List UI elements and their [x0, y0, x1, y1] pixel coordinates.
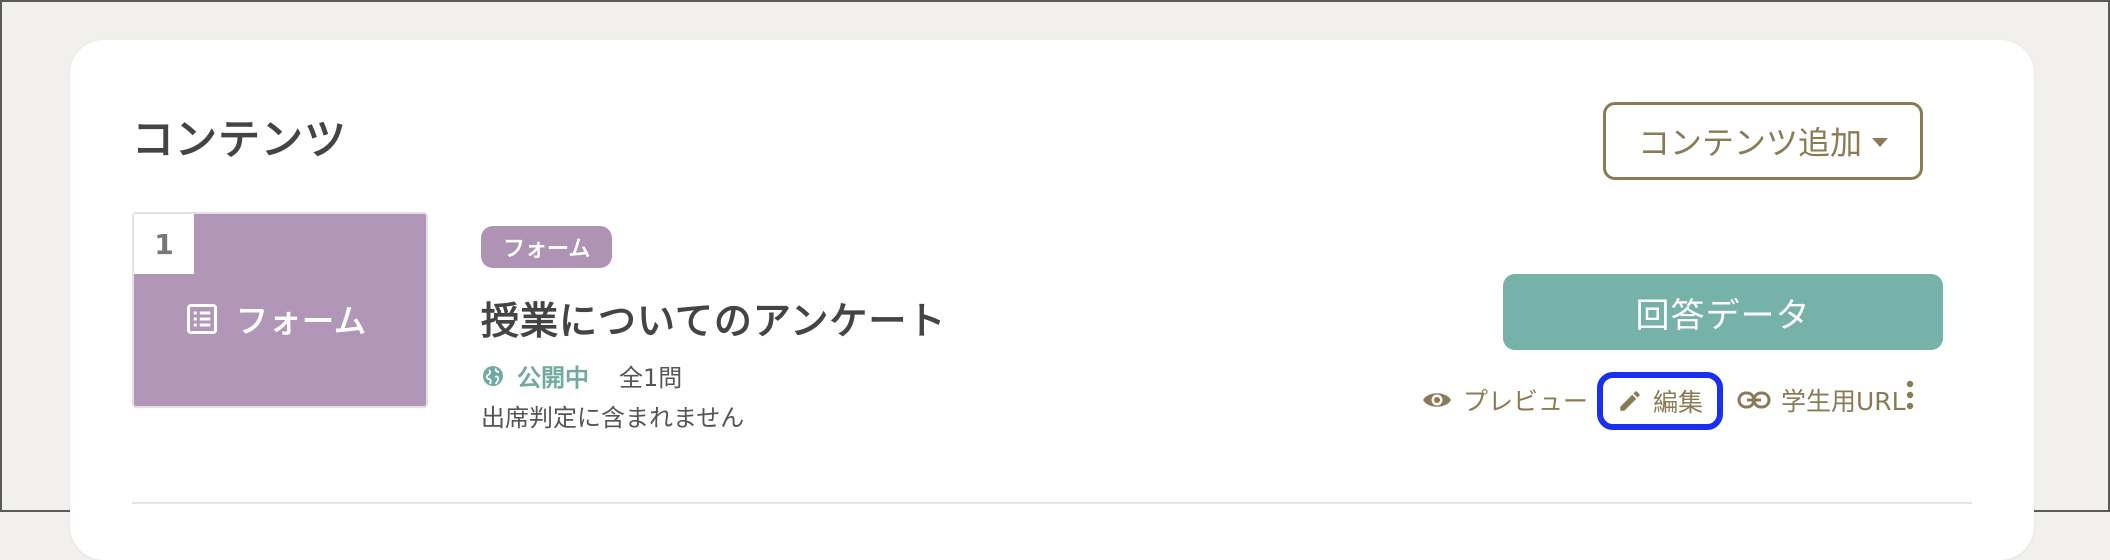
contents-card: コンテンツ コンテンツ追加 1 フォーム フォーム 授業についてのアンケート 公… — [70, 40, 2034, 560]
content-title[interactable]: 授業についてのアンケート — [481, 290, 946, 345]
form-list-icon — [184, 301, 220, 337]
preview-label: プレビュー — [1463, 387, 1589, 416]
type-badge: フォーム — [481, 226, 613, 268]
thumbnail-label: フォーム — [236, 302, 368, 340]
content-actions: プレビュー 編集 学生用URL — [70, 372, 2034, 432]
student-url-label: 学生用URL — [1781, 387, 1906, 416]
preview-link[interactable]: プレビュー — [1421, 382, 1588, 418]
content-number: 1 — [134, 214, 194, 274]
edit-label: 編集 — [1653, 388, 1704, 417]
caret-down-icon — [1872, 137, 1888, 147]
add-content-button[interactable]: コンテンツ追加 — [1603, 102, 1923, 180]
eye-icon — [1421, 388, 1453, 412]
row-divider — [132, 502, 1972, 504]
add-content-label: コンテンツ追加 — [1637, 124, 1862, 162]
more-vertical-icon — [1905, 380, 1915, 410]
section-title: コンテンツ — [132, 115, 348, 164]
edit-link[interactable]: 編集 — [1597, 372, 1724, 430]
more-menu-button[interactable] — [1905, 380, 1915, 410]
pencil-icon — [1617, 388, 1643, 414]
student-url-link[interactable]: 学生用URL — [1737, 382, 1906, 418]
thumbnail-label-group: フォーム — [184, 296, 367, 342]
answer-data-button[interactable]: 回答データ — [1503, 274, 1943, 350]
link-icon — [1737, 389, 1771, 411]
